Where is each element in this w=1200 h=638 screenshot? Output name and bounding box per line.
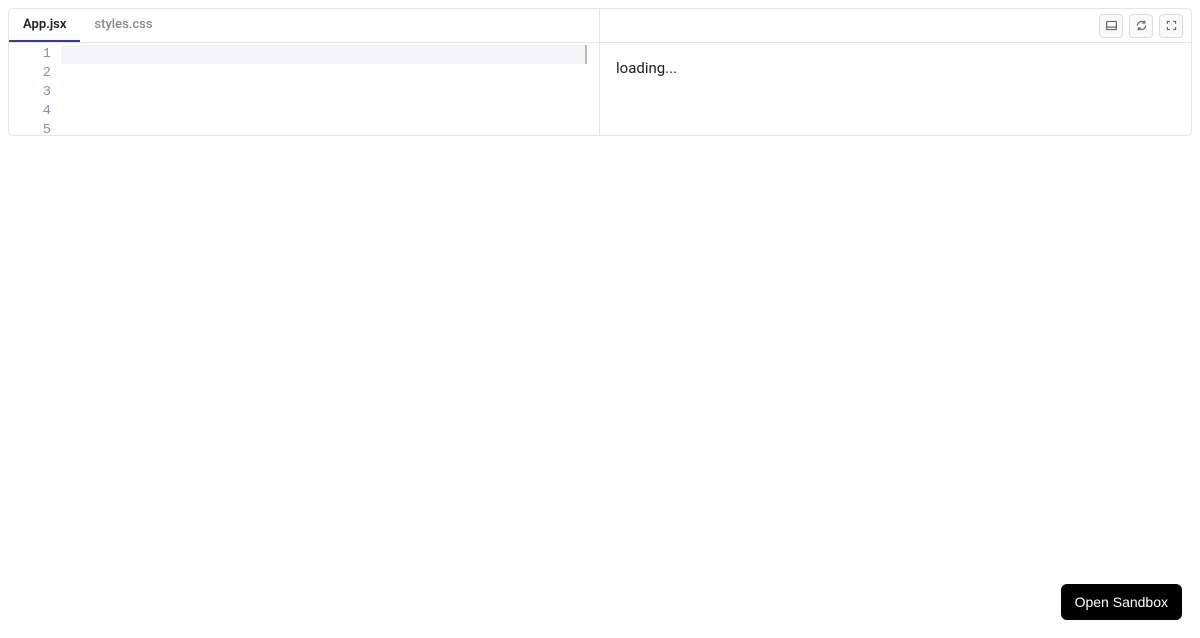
fullscreen-icon — [1165, 19, 1178, 32]
loading-text: loading... — [616, 59, 677, 77]
preview-content: loading... — [600, 43, 1191, 135]
tab-styles-css[interactable]: styles.css — [80, 9, 166, 42]
console-icon — [1105, 19, 1118, 32]
file-tabs: App.jsx styles.css — [9, 9, 599, 43]
code-editor[interactable]: 1 2 3 4 5 import { Button } from "my-pri… — [9, 43, 599, 135]
line-number: 2 — [9, 64, 51, 83]
console-button[interactable] — [1099, 14, 1123, 38]
preview-panel: loading... — [600, 9, 1191, 135]
line-number: 5 — [9, 121, 51, 135]
line-gutter: 1 2 3 4 5 — [9, 43, 61, 135]
line-number: 1 — [9, 45, 51, 64]
line-number: 3 — [9, 83, 51, 102]
editor-panel: App.jsx styles.css 1 2 3 4 5 import { Bu… — [9, 9, 600, 135]
open-sandbox-button[interactable]: Open Sandbox — [1061, 584, 1182, 620]
sandbox-container: App.jsx styles.css 1 2 3 4 5 import { Bu… — [8, 8, 1192, 136]
refresh-button[interactable] — [1129, 14, 1153, 38]
code-area[interactable]: import { Button } from "my-private-lib";… — [61, 43, 599, 135]
refresh-icon — [1135, 19, 1148, 32]
fullscreen-button[interactable] — [1159, 14, 1183, 38]
preview-toolbar — [600, 9, 1191, 43]
line-number: 4 — [9, 102, 51, 121]
tab-app-jsx[interactable]: App.jsx — [9, 9, 80, 42]
active-line-highlight — [61, 45, 587, 64]
